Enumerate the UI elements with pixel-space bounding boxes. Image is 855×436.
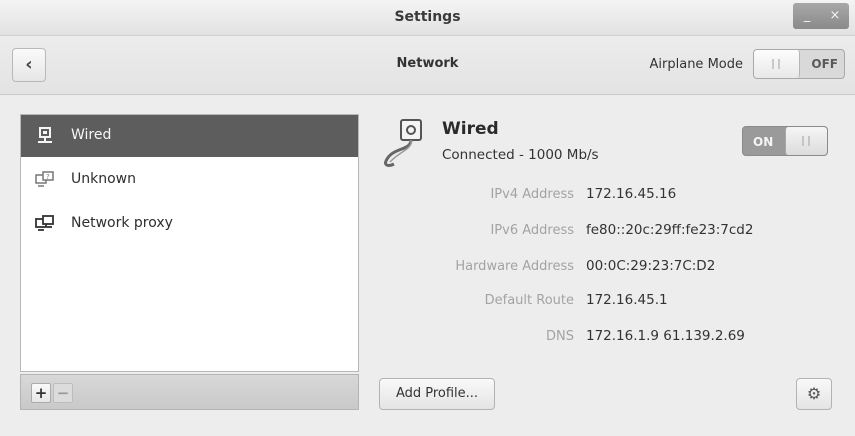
device-label: Wired <box>71 127 112 143</box>
hardware-address-value: 00:0C:29:23:7C:D2 <box>586 258 716 274</box>
ipv4-label: IPv4 Address <box>490 187 574 202</box>
wired-connection-icon <box>380 117 440 171</box>
wired-network-icon <box>35 127 55 145</box>
minimize-button[interactable]: _ <box>793 3 821 29</box>
add-profile-button[interactable]: Add Profile... <box>379 378 495 410</box>
airplane-switch-state: OFF <box>811 57 838 71</box>
network-proxy-icon <box>35 215 55 233</box>
ipv6-value: fe80::20c:29ff:fe23:7cd2 <box>586 222 754 238</box>
dns-label: DNS <box>546 329 574 344</box>
add-device-button[interactable]: + <box>31 383 51 403</box>
header-bar: ‹ Network Airplane Mode OFF <box>0 37 855 95</box>
device-list-toolbar: + − <box>20 374 359 410</box>
switch-knob[interactable] <box>754 50 800 78</box>
window-controls: _ × <box>793 3 849 29</box>
wired-connection-switch[interactable]: ON <box>742 126 828 156</box>
default-route-label: Default Route <box>484 293 574 308</box>
window-title: Settings <box>394 9 461 25</box>
wired-switch-state: ON <box>753 135 774 149</box>
device-item-unknown[interactable]: ? Unknown <box>21 159 358 201</box>
default-route-value: 172.16.45.1 <box>586 292 668 308</box>
dns-value: 172.16.1.9 61.139.2.69 <box>586 328 745 344</box>
gear-icon: ⚙ <box>806 384 822 403</box>
connection-status: Connected - 1000 Mb/s <box>442 147 599 163</box>
svg-text:?: ? <box>46 173 50 181</box>
close-button[interactable]: × <box>821 3 849 29</box>
connection-title: Wired <box>442 119 499 139</box>
connection-settings-button[interactable]: ⚙ <box>796 378 832 410</box>
remove-device-button[interactable]: − <box>53 383 73 403</box>
ipv4-value: 172.16.45.16 <box>586 186 677 202</box>
ipv6-label: IPv6 Address <box>490 223 574 238</box>
device-label: Unknown <box>71 171 136 187</box>
device-item-wired[interactable]: Wired <box>21 115 358 157</box>
airplane-mode-switch[interactable]: OFF <box>753 49 845 79</box>
device-label: Network proxy <box>71 215 173 231</box>
device-list: Wired ? Unknown Network proxy <box>20 114 359 372</box>
window-titlebar: Settings _ × <box>0 0 855 36</box>
network-unknown-icon: ? <box>35 171 55 189</box>
hardware-address-label: Hardware Address <box>455 259 574 274</box>
device-item-network-proxy[interactable]: Network proxy <box>21 203 358 245</box>
airplane-mode-label: Airplane Mode <box>649 57 743 72</box>
switch-knob[interactable] <box>785 127 827 155</box>
